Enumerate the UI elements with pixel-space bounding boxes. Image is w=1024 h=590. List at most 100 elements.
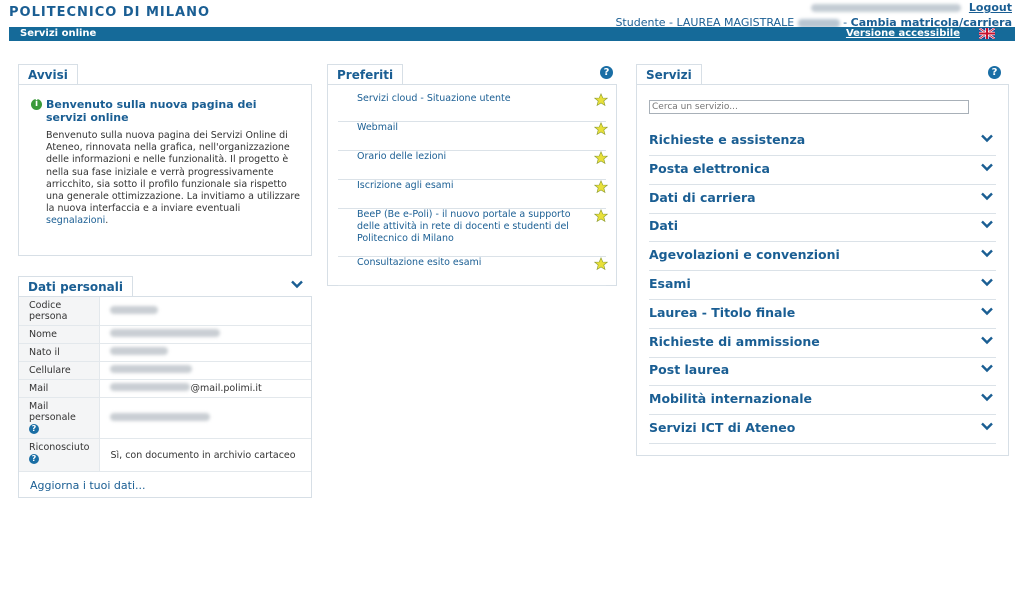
blurred-value: [110, 365, 193, 373]
blurred-user-name: [810, 4, 961, 12]
row-value: [99, 343, 311, 362]
chevron-down-icon[interactable]: [981, 422, 993, 431]
favorite-item-label[interactable]: Iscrizione agli esami: [338, 180, 572, 192]
help-icon[interactable]: ?: [988, 66, 1001, 79]
help-icon[interactable]: ?: [29, 424, 39, 434]
service-category-label[interactable]: Post laurea: [649, 362, 729, 377]
service-category[interactable]: Dati di carriera: [649, 185, 996, 214]
favorite-item-label[interactable]: Webmail: [338, 122, 572, 134]
chevron-down-icon[interactable]: [981, 307, 993, 316]
blurred-value: [110, 412, 211, 421]
chevron-down-icon[interactable]: [981, 134, 993, 143]
favorite-item-label[interactable]: Consultazione esito esami: [338, 257, 572, 269]
chevron-down-icon[interactable]: [981, 220, 993, 229]
row-value: @mail.polimi.it: [99, 379, 311, 398]
row-key: Cellulare: [19, 361, 101, 380]
row-value: Sì, con documento in archivio cartaceo: [99, 438, 311, 472]
dati-personali-panel: Codice persona Nome Nato il Cellulare Ma…: [18, 296, 312, 498]
blurred-value: [110, 383, 191, 391]
service-category[interactable]: Dati: [649, 213, 996, 243]
personal-data-table: Codice persona Nome Nato il Cellulare Ma…: [19, 297, 311, 472]
service-category-label[interactable]: Servizi ICT di Ateneo: [649, 420, 795, 435]
service-category[interactable]: Laurea - Titolo finale: [649, 300, 996, 329]
row-value: [99, 297, 311, 326]
row-key: Nome: [19, 325, 101, 344]
avvisi-body-text: Benvenuto sulla nuova pagina dei Servizi…: [46, 130, 300, 215]
favorite-item[interactable]: Iscrizione agli esami: [338, 180, 608, 209]
mail-domain: @mail.polimi.it: [190, 383, 262, 394]
favorite-item-label[interactable]: Servizi cloud - Situazione utente: [338, 93, 572, 105]
tab-preferiti[interactable]: Preferiti: [327, 64, 404, 85]
avvisi-title-text: Benvenuto sulla nuova pagina dei servizi…: [46, 98, 257, 124]
service-category[interactable]: Mobilità internazionale: [649, 386, 996, 416]
tab-avvisi[interactable]: Avvisi: [18, 64, 78, 85]
star-icon[interactable]: [594, 257, 608, 271]
blurred-value: [110, 329, 221, 337]
service-category-label[interactable]: Dati: [649, 218, 678, 233]
tab-dati-personali[interactable]: Dati personali: [18, 276, 133, 297]
service-category-label[interactable]: Agevolazioni e convenzioni: [649, 247, 840, 262]
accessible-version-link[interactable]: Versione accessibile: [846, 28, 960, 39]
favorite-item-label[interactable]: BeeP (Be e-Poli) - il nuovo portale a su…: [338, 209, 572, 245]
star-icon[interactable]: [594, 180, 608, 194]
star-icon[interactable]: [594, 209, 608, 223]
row-value: [99, 325, 311, 344]
avvisi-body-end: .: [105, 215, 109, 227]
chevron-down-icon[interactable]: [981, 364, 993, 373]
chevron-down-icon[interactable]: [981, 393, 993, 402]
favorite-item[interactable]: Webmail: [338, 122, 608, 151]
favorite-item[interactable]: Orario delle lezioni: [338, 151, 608, 180]
star-icon[interactable]: [594, 122, 608, 136]
chevron-down-icon[interactable]: [291, 280, 303, 289]
service-category-label[interactable]: Esami: [649, 276, 691, 291]
nav-bar: Servizi online Versione accessibile: [9, 27, 1015, 41]
avvisi-body: Benvenuto sulla nuova pagina dei Servizi…: [46, 130, 304, 228]
service-category[interactable]: Posta elettronica: [649, 156, 996, 185]
row-key: Mail personale?: [19, 397, 101, 439]
service-category-label[interactable]: Richieste di ammissione: [649, 334, 820, 349]
chevron-down-icon[interactable]: [981, 249, 993, 258]
service-category-label[interactable]: Posta elettronica: [649, 161, 770, 176]
service-category[interactable]: Agevolazioni e convenzioni: [649, 242, 996, 272]
chevron-down-icon[interactable]: [981, 163, 993, 172]
table-row: Cellulare: [19, 361, 311, 380]
chevron-down-icon[interactable]: [981, 192, 993, 201]
service-category-label[interactable]: Dati di carriera: [649, 190, 756, 205]
star-icon[interactable]: [594, 93, 608, 107]
user-area: Logout Studente - LAUREA MAGISTRALE - Ca…: [615, 1, 1012, 29]
favorite-item[interactable]: BeeP (Be e-Poli) - il nuovo portale a su…: [338, 209, 608, 257]
service-category-label[interactable]: Mobilità internazionale: [649, 391, 812, 406]
row-key: Codice persona: [19, 297, 101, 326]
servizi-panel: Richieste e assistenza Posta elettronica D…: [636, 84, 1009, 456]
row-key: Riconosciuto?: [19, 438, 101, 472]
service-category[interactable]: Esami: [649, 271, 996, 300]
nav-title: Servizi online: [20, 28, 97, 39]
favorite-item[interactable]: Consultazione esito esami: [338, 257, 608, 286]
service-category[interactable]: Richieste e assistenza: [649, 127, 996, 156]
tab-servizi[interactable]: Servizi: [636, 64, 702, 85]
service-category-label[interactable]: Richieste e assistenza: [649, 132, 805, 147]
preferiti-panel: Servizi cloud - Situazione utente Webmail…: [327, 84, 617, 286]
row-key: Nato il: [19, 343, 101, 362]
row-value: [99, 397, 311, 439]
favorite-item-label[interactable]: Orario delle lezioni: [338, 151, 572, 163]
service-category[interactable]: Richieste di ammissione: [649, 329, 996, 358]
table-row: Nome: [19, 325, 311, 344]
table-row: Mail @mail.polimi.it: [19, 379, 311, 398]
favorite-item[interactable]: Servizi cloud - Situazione utente: [338, 93, 608, 122]
uk-flag-icon[interactable]: [979, 28, 995, 39]
segnalazioni-link[interactable]: segnalazioni: [46, 215, 105, 226]
row-key-text: Mail personale: [29, 401, 76, 423]
help-icon[interactable]: ?: [600, 66, 613, 79]
row-value: [99, 361, 311, 380]
chevron-down-icon[interactable]: [981, 336, 993, 345]
service-category-label[interactable]: Laurea - Titolo finale: [649, 305, 795, 320]
update-data-link[interactable]: Aggiorna i tuoi dati...: [30, 479, 146, 492]
search-input[interactable]: [649, 100, 969, 114]
star-icon[interactable]: [594, 151, 608, 165]
logout-link[interactable]: Logout: [969, 1, 1012, 14]
service-category[interactable]: Servizi ICT di Ateneo: [649, 415, 996, 444]
service-category[interactable]: Post laurea: [649, 357, 996, 387]
chevron-down-icon[interactable]: [981, 278, 993, 287]
help-icon[interactable]: ?: [29, 454, 39, 464]
